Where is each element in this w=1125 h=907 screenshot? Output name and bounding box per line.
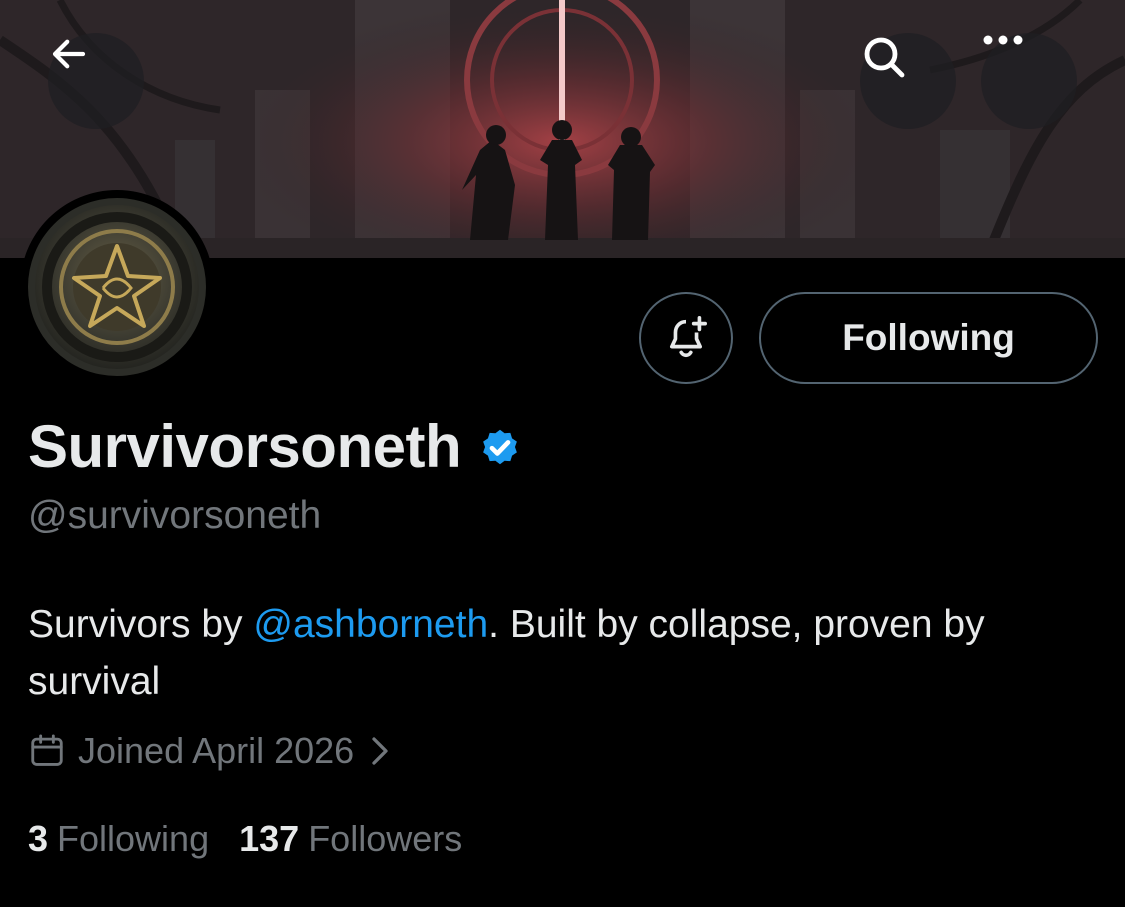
joined-date-row[interactable]: Joined April 2026 — [28, 730, 402, 772]
user-handle: @survivorsoneth — [28, 494, 322, 537]
avatar-image — [28, 198, 206, 376]
following-stat[interactable]: 3 Following — [28, 818, 209, 860]
display-name-row: Survivorsoneth — [28, 412, 523, 481]
more-horizontal-icon — [983, 35, 1023, 45]
verified-badge-icon[interactable] — [477, 424, 523, 470]
following-button[interactable]: Following — [759, 292, 1098, 384]
bell-plus-icon — [669, 316, 707, 358]
following-count: 3 — [28, 818, 49, 859]
notifications-button[interactable] — [639, 292, 733, 384]
arrow-left-icon — [52, 39, 86, 69]
more-button[interactable] — [981, 33, 1077, 129]
followers-stat[interactable]: 137 Followers — [239, 818, 462, 860]
following-label: Following — [57, 818, 210, 859]
bio-text-prefix: Survivors by — [28, 603, 254, 646]
joined-date: Joined April 2026 — [78, 730, 355, 771]
search-button[interactable] — [860, 33, 956, 129]
bio-mention-link[interactable]: @ashborneth — [253, 603, 488, 646]
avatar[interactable] — [20, 190, 214, 384]
bio: Survivors by @ashborneth. Built by colla… — [28, 596, 1098, 710]
search-icon — [864, 37, 905, 78]
followers-count: 137 — [239, 818, 300, 859]
chevron-right-icon — [372, 737, 388, 765]
seal-emblem-icon — [28, 198, 206, 376]
calendar-icon — [31, 734, 63, 766]
back-button[interactable] — [48, 33, 144, 129]
display-name: Survivorsoneth — [28, 413, 462, 480]
followers-label: Followers — [308, 818, 463, 859]
follow-stats: 3 Following 137 Followers — [28, 818, 492, 860]
